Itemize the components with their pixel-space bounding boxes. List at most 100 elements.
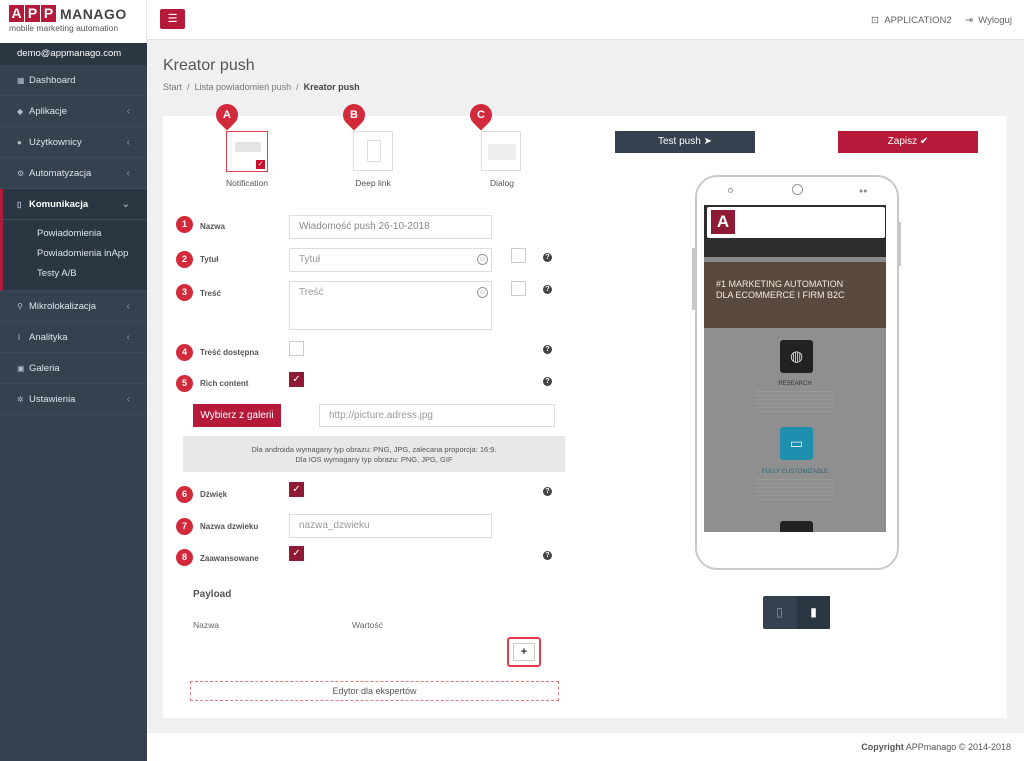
breadcrumb-lista[interactable]: Lista powiadomień push (195, 82, 292, 92)
type-dialog-option[interactable] (481, 131, 521, 171)
step-badge: 7 (176, 518, 193, 535)
type-dialog-label: Dialog (489, 178, 515, 188)
payload-col-nazwa: Nazwa (193, 620, 219, 630)
sidebar-item-uzytkownicy[interactable]: ● Użytkownicy ‹ (0, 127, 147, 158)
check-icon: ✓ (256, 160, 265, 169)
marker-a: A (211, 99, 243, 131)
help-icon[interactable]: ? (543, 377, 552, 386)
add-payload-button[interactable]: + (513, 643, 535, 661)
dzwiek-checkbox[interactable]: ✓ (289, 482, 304, 497)
type-notification-option[interactable]: ✓ (226, 131, 268, 172)
check-icon: ✔ (919, 136, 929, 147)
rich-content-label: Rich content (200, 379, 249, 388)
research-icon: ◍ (780, 340, 813, 373)
step-badge: 5 (176, 375, 193, 392)
dialog-icon (488, 144, 516, 160)
step-badge: 2 (176, 251, 193, 268)
sidebar-item-aplikacje[interactable]: ◆ Aplikacje ‹ (0, 96, 147, 127)
logo[interactable]: A P P MANAGO mobile marketing automation (0, 0, 147, 43)
expert-editor-button[interactable]: Edytor dla ekspertów (190, 681, 559, 701)
breadcrumb-current: Kreator push (303, 82, 360, 92)
sidebar-item-dashboard[interactable]: ▦ Dashboard (0, 65, 147, 96)
application-selector[interactable]: ⊡ APPLICATION2 (871, 15, 952, 26)
phone-camera-icon (728, 188, 733, 193)
nazwa-dzwieku-label: Nazwa dzwieku (200, 522, 259, 531)
tytul-label: Tytuł (200, 255, 219, 264)
link-phone-icon (367, 140, 381, 162)
step-badge: 1 (176, 216, 193, 233)
tresc-textarea[interactable]: Treść (289, 281, 492, 330)
help-icon[interactable]: ? (543, 345, 552, 354)
help-icon[interactable]: ? (543, 551, 552, 560)
sidebar: A P P MANAGO mobile marketing automation de… (0, 0, 147, 761)
zaawansowane-label: Zaawansowane (200, 554, 259, 563)
nazwa-dzwieku-input[interactable]: nazwa_dzwieku (289, 514, 492, 538)
breadcrumb-start[interactable]: Start (163, 82, 182, 92)
preview-headline-2: DLA ECOMMERCE I FIRM B2C (716, 290, 845, 300)
sidebar-item-komunikacja[interactable]: ▯ Komunikacja ⌄ (0, 189, 147, 220)
push-notification-preview: A (707, 207, 885, 238)
nazwa-input[interactable]: Wiadomość push 26-10-2018 (289, 215, 492, 239)
sidebar-subitem-testy-ab[interactable]: Testy A/B (3, 264, 147, 284)
payload-title: Payload (193, 589, 232, 600)
footer: Copyright APPmanago © 2014-2018 (147, 733, 1024, 761)
tresc-label: Treść (200, 289, 221, 298)
sidebar-item-mikrolokalizacja[interactable]: ⚲ Mikrolokalizacja ‹ (0, 291, 147, 322)
phone-icon[interactable]: ▮ (797, 596, 830, 629)
cogs-icon: ⚙ (17, 168, 25, 178)
logout-link[interactable]: ⇥ Wyloguj (965, 15, 1012, 26)
sidebar-item-automatyzacja[interactable]: ⚙ Automatyzacja ‹ (0, 158, 147, 189)
menu-toggle-button[interactable]: ☰ (160, 9, 185, 29)
tresc-dostepna-label: Treść dostępna (200, 348, 259, 357)
zaawansowane-checkbox[interactable]: ✓ (289, 546, 304, 561)
help-icon[interactable]: ? (543, 487, 552, 496)
phone-speaker-icon (792, 184, 803, 195)
chevron-left-icon: ‹ (126, 331, 130, 343)
line-chart-icon: ⌇ (17, 332, 21, 342)
dzwiek-label: Dźwięk (200, 490, 228, 499)
tytul-checkbox[interactable] (511, 248, 526, 263)
save-button[interactable]: Zapisz ✔ (838, 131, 978, 153)
device-toggle: ▯ ▮ (763, 596, 830, 629)
image-icon: ▣ (17, 363, 25, 373)
chevron-left-icon: ‹ (126, 136, 130, 148)
choose-from-gallery-button[interactable]: Wybierz z galerii (193, 404, 281, 427)
preview-section-customizable: FULLY CUSTOMIZABLE (761, 469, 829, 475)
sidebar-subitem-powiadomienia-inapp[interactable]: Powiadomienia inApp (3, 244, 147, 264)
paper-plane-icon: ➤ (703, 136, 712, 147)
sidebar-subitem-powiadomienia[interactable]: Powiadomienia (3, 224, 147, 244)
help-icon[interactable]: ? (543, 253, 552, 262)
tresc-dostepna-checkbox[interactable] (289, 341, 304, 356)
rich-content-checkbox[interactable]: ✓ (289, 372, 304, 387)
type-notification-label: Notification (225, 178, 269, 188)
chevron-left-icon: ‹ (126, 300, 130, 312)
logo-tagline: mobile marketing automation (9, 23, 119, 33)
tytul-input[interactable]: Tytuł (289, 248, 492, 272)
sidebar-item-galeria[interactable]: ▣ Galeria (0, 353, 147, 384)
users-icon: ● (17, 137, 22, 147)
sidebar-item-analityka[interactable]: ⌇ Analityka ‹ (0, 322, 147, 353)
sidebar-item-ustawienia[interactable]: ✲ Ustawienia ‹ (0, 384, 147, 415)
add-payload-wrapper: + (507, 637, 541, 667)
chevron-down-icon: ⌄ (121, 198, 130, 210)
app-icon: ⊡ (871, 15, 879, 26)
type-deeplink-option[interactable] (353, 131, 393, 171)
nazwa-label: Nazwa (200, 222, 225, 231)
user-email[interactable]: demo@appmanago.com (0, 43, 147, 65)
emoji-icon[interactable]: ☺ (477, 254, 488, 265)
marker-b: B (338, 99, 370, 131)
picture-url-input[interactable]: http://picture.adress.jpg (319, 404, 555, 427)
emoji-icon[interactable]: ☺ (477, 287, 488, 298)
laptop-icon: ▭ (780, 427, 813, 460)
type-deeplink-label: Deep link (355, 178, 391, 188)
tresc-checkbox[interactable] (511, 281, 526, 296)
tablet-icon[interactable]: ▯ (763, 596, 796, 629)
step-badge: 4 (176, 344, 193, 361)
help-icon[interactable]: ? (543, 285, 552, 294)
test-push-button[interactable]: Test push ➤ (615, 131, 755, 153)
chevron-left-icon: ‹ (126, 105, 130, 117)
sign-out-icon: ⇥ (965, 15, 973, 26)
chevron-left-icon: ‹ (126, 393, 130, 405)
diamond-icon: ◆ (17, 106, 24, 116)
marker-c: C (465, 99, 497, 131)
